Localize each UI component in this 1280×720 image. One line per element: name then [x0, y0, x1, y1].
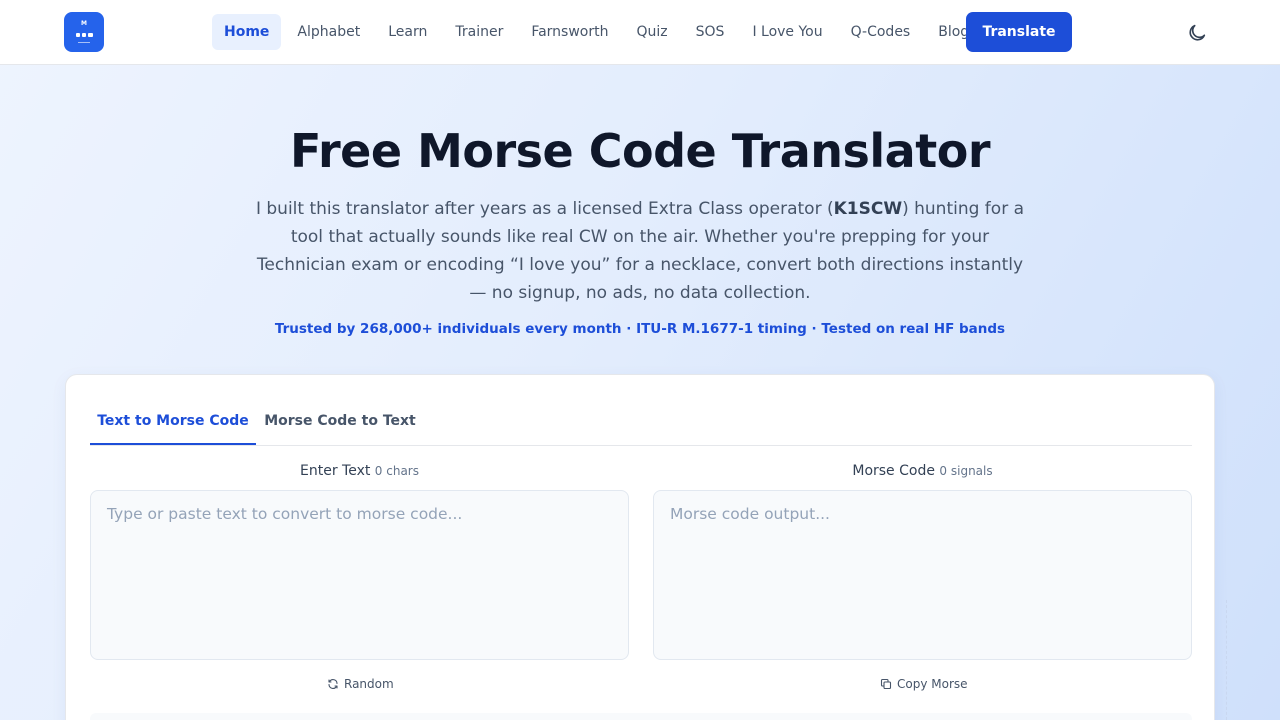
- trust-line: Trusted by 268,000+ individuals every mo…: [274, 321, 1006, 337]
- copy-icon: [880, 678, 892, 690]
- text-input[interactable]: [90, 490, 629, 660]
- char-count: 0 chars: [374, 464, 419, 478]
- nav-sos[interactable]: SOS: [684, 14, 737, 50]
- logo-dot: [76, 33, 80, 37]
- random-label: Random: [344, 677, 394, 691]
- morse-output[interactable]: [653, 490, 1192, 660]
- moon-icon[interactable]: [1186, 22, 1208, 44]
- translator-tabs: Text to Morse Code Morse Code to Text: [90, 399, 1192, 446]
- site-header: M Home Alphabet Learn Trainer Farnsworth…: [0, 0, 1280, 65]
- nav-learn[interactable]: Learn: [376, 14, 439, 50]
- nav-home[interactable]: Home: [212, 14, 282, 50]
- tab-text-to-morse[interactable]: Text to Morse Code: [90, 399, 256, 445]
- output-label: Morse Code 0 signals: [653, 463, 1192, 479]
- logo-dash: [88, 33, 93, 37]
- copy-morse-label: Copy Morse: [897, 677, 968, 691]
- nav-i-love-you[interactable]: I Love You: [740, 14, 834, 50]
- translator-card: Text to Morse Code Morse Code to Text En…: [65, 374, 1215, 720]
- input-label-text: Enter Text: [300, 463, 371, 479]
- logo-letter: M: [81, 20, 87, 27]
- nav-farnsworth[interactable]: Farnsworth: [519, 14, 620, 50]
- input-label: Enter Text 0 chars: [90, 463, 629, 479]
- tab-morse-to-text[interactable]: Morse Code to Text: [256, 399, 424, 445]
- refresh-icon: [328, 679, 338, 689]
- random-button[interactable]: Random: [327, 675, 394, 693]
- controls-strip: [90, 713, 1192, 720]
- page-title: Free Morse Code Translator: [290, 124, 991, 178]
- logo-dot: [82, 33, 86, 37]
- hero-description: I built this translator after years as a…: [250, 195, 1030, 307]
- logo-underline: [64, 42, 104, 44]
- translate-button[interactable]: Translate: [966, 12, 1072, 52]
- nav-alphabet[interactable]: Alphabet: [285, 14, 372, 50]
- main-nav: Home Alphabet Learn Trainer Farnsworth Q…: [212, 14, 985, 50]
- logo[interactable]: M: [64, 12, 104, 52]
- output-label-text: Morse Code: [852, 463, 935, 479]
- nav-trainer[interactable]: Trainer: [443, 14, 515, 50]
- nav-q-codes[interactable]: Q-Codes: [839, 14, 923, 50]
- decorative-edge: [1226, 600, 1227, 720]
- signal-count: 0 signals: [939, 464, 993, 478]
- copy-morse-button[interactable]: Copy Morse: [880, 675, 968, 693]
- nav-quiz[interactable]: Quiz: [625, 14, 680, 50]
- callsign: K1SCW: [833, 199, 903, 219]
- hero-desc-part1: I built this translator after years as a…: [255, 199, 834, 219]
